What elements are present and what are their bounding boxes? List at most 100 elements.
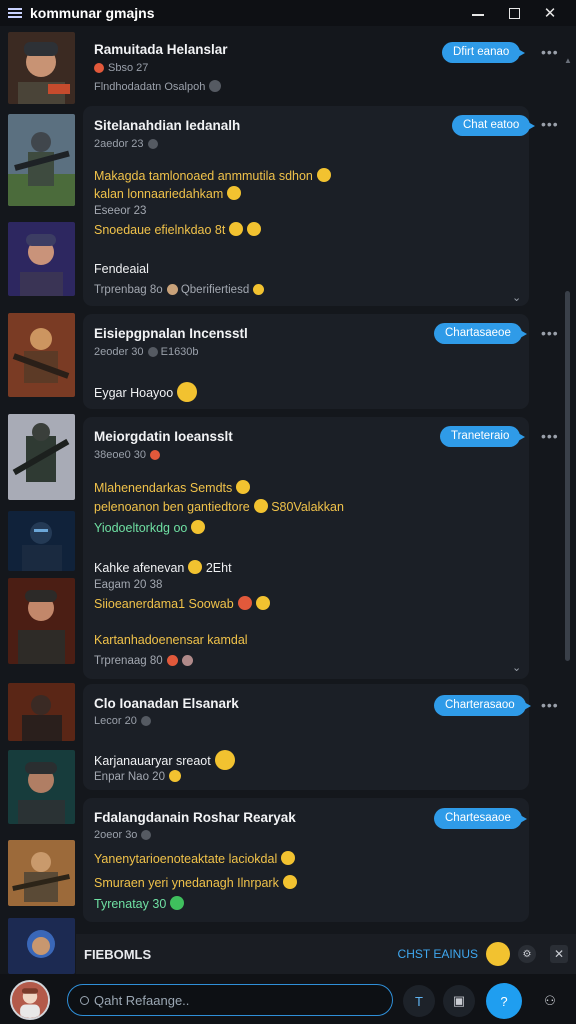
emoji: [191, 520, 206, 534]
chat-button[interactable]: Charterasaoo: [434, 695, 531, 716]
message-line: Makagda tamlonoaed anmmutila sdhon: [94, 168, 331, 183]
emoji: [253, 499, 268, 513]
more-icon[interactable]: •••: [541, 116, 558, 132]
camera-icon[interactable]: ▣: [443, 985, 475, 1017]
message-line: Kartanhadoenensar kamdal: [94, 633, 248, 647]
sender-name: Sitelanahdian Iedanalh: [94, 118, 241, 133]
avatar[interactable]: [8, 683, 75, 741]
message-line: Snoedaue efielnkdao 8t: [94, 222, 262, 237]
app-title: kommunar gmajns: [30, 5, 155, 21]
emoji: [316, 168, 331, 182]
message-line: Fendeaial: [94, 262, 149, 276]
message-meta: Tyrenatay 30: [94, 896, 185, 911]
message-line: Karjanauaryar sreaot: [94, 750, 235, 770]
notification-action[interactable]: CHST EAINUS: [398, 947, 478, 961]
message-meta: Sbso 27: [94, 62, 148, 74]
sender-name: Eisiepgpnalan Incensstl: [94, 326, 248, 341]
emoji: [236, 480, 251, 494]
emoji-icon[interactable]: [486, 942, 510, 966]
emoji: [227, 186, 242, 200]
reaction-icon: [209, 80, 222, 92]
settings-icon[interactable]: ⚙: [518, 945, 536, 963]
more-icon[interactable]: •••: [541, 428, 558, 444]
minimize-icon[interactable]: [460, 0, 496, 26]
avatar[interactable]: [8, 578, 75, 664]
message-meta: Eseeor 23: [94, 205, 147, 217]
emoji: [188, 560, 203, 574]
send-button[interactable]: ?: [486, 983, 522, 1019]
message-line: Yanenytarioenoteaktate laciokdal: [94, 851, 296, 866]
scrollbar[interactable]: ▲ ▼: [564, 56, 572, 956]
message-meta: Eagam 20 38: [94, 579, 163, 591]
text-format-icon[interactable]: T: [403, 985, 435, 1017]
profile-icon[interactable]: ⚇: [534, 985, 566, 1017]
message-line: pelenoanon ben gantiedtore S80Valakkan: [94, 499, 344, 514]
message-meta: Trprenbag 8o Qberifiertiesd: [94, 284, 265, 296]
emoji: [229, 222, 244, 236]
emoji: [281, 851, 296, 865]
avatar[interactable]: [8, 918, 75, 974]
avatar[interactable]: [8, 750, 75, 824]
avatar[interactable]: [8, 511, 75, 571]
sender-name: Meiorgdatin Ioeansslt: [94, 429, 233, 444]
avatar[interactable]: [8, 414, 75, 500]
close-icon[interactable]: ✕: [550, 945, 568, 963]
message-line: Eygar Hoayoo: [94, 382, 198, 402]
message-subline: Flndhodadatn Osalpoh: [94, 80, 222, 93]
message-card[interactable]: Meiorgdatin Ioeansslt 38eoe0 30 Mlahenen…: [83, 417, 529, 679]
message-meta: 38eoe0 30: [94, 449, 160, 461]
more-icon[interactable]: •••: [541, 44, 558, 60]
search-field[interactable]: [67, 984, 393, 1016]
avatar[interactable]: [8, 32, 75, 104]
close-icon[interactable]: ✕: [532, 0, 568, 26]
chevron-down-icon[interactable]: ⌄: [512, 291, 521, 304]
chat-button[interactable]: Chartesaaoe: [434, 808, 527, 829]
scroll-thumb[interactable]: [565, 291, 570, 661]
chevron-down-icon[interactable]: ⌄: [512, 661, 521, 674]
search-input[interactable]: [94, 992, 380, 1008]
menu-icon[interactable]: [8, 8, 22, 18]
maximize-icon[interactable]: [496, 0, 532, 26]
chat-button[interactable]: Chat eatoo: [452, 115, 536, 136]
message-meta: Trprenaag 80: [94, 655, 193, 667]
sender-name: Ramuitada Helanslar: [94, 42, 228, 57]
sender-name: Fdalangdanain Roshar Rearyak: [94, 810, 296, 825]
flag-icon: [94, 63, 104, 73]
message-meta: 2oeor 3o: [94, 829, 152, 841]
emoji: [237, 596, 252, 610]
emoji: [255, 596, 270, 610]
emoji: [247, 222, 262, 236]
message-line: Smuraen yeri ynedanagh Ilnrpark: [94, 875, 297, 890]
notification-title: FIEBOMLS: [84, 946, 152, 962]
message-meta: 2eoder 30 E1630b: [94, 346, 199, 358]
scroll-up-icon[interactable]: ▲: [564, 56, 572, 65]
notification-bar: FIEBOMLS CHST EAINUS ⚙ ✕: [76, 934, 576, 974]
more-icon[interactable]: •••: [541, 697, 558, 713]
chat-button[interactable]: Chartasaeoe: [434, 323, 527, 344]
message-meta: Enpar Nao 20: [94, 770, 181, 783]
more-icon[interactable]: •••: [541, 325, 558, 341]
title-bar: kommunar gmajns ✕: [0, 0, 576, 26]
user-avatar[interactable]: [10, 980, 50, 1020]
message-meta: Lecor 20: [94, 715, 151, 727]
message-line: Mlahenendarkas Semdts: [94, 480, 251, 495]
avatar[interactable]: [8, 222, 75, 296]
emoji: [170, 896, 185, 910]
sender-name: Clo Ioanadan Elsanark: [94, 696, 239, 711]
avatar[interactable]: [8, 840, 75, 906]
emoji: [214, 750, 235, 770]
avatar[interactable]: [8, 313, 75, 397]
message-line: Yiodoeltorkdg oo: [94, 520, 206, 535]
message-card[interactable]: Sitelanahdian Iedanalh 2aedor 23 Makagda…: [83, 106, 529, 306]
search-icon: [80, 995, 89, 1005]
chat-button[interactable]: Traneteraio: [440, 426, 526, 447]
message-meta: 2aedor 23: [94, 138, 158, 150]
message-line: kalan lonnaariedahkam: [94, 186, 242, 201]
message-line: Siioeanerdama1 Soowab: [94, 596, 270, 611]
chat-feed[interactable]: Ramuitada Helanslar Sbso 27 Flndhodadatn…: [0, 26, 576, 974]
emoji: [282, 875, 297, 889]
emoji: [177, 382, 198, 402]
composer-bar: T ▣ ? ⚇: [0, 974, 576, 1024]
avatar[interactable]: [8, 114, 75, 206]
chat-button[interactable]: Dfirt eanao: [442, 42, 526, 63]
